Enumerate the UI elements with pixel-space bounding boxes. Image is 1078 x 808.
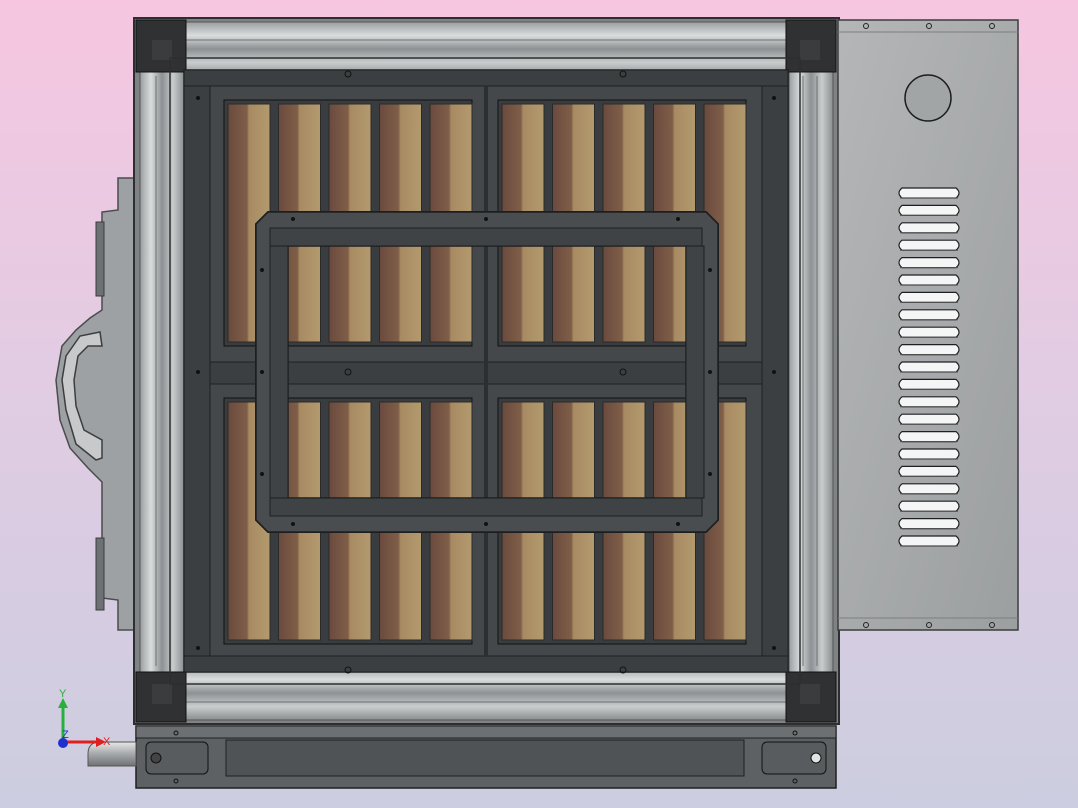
louver-slot	[898, 309, 960, 321]
side-control-panel[interactable]	[837, 19, 1019, 631]
louver-slot	[898, 222, 960, 234]
louver-slot	[898, 518, 960, 530]
louver-slot	[898, 187, 960, 199]
louver-slot	[898, 431, 960, 443]
louver-slot	[898, 413, 960, 425]
louver-slot	[898, 483, 960, 495]
base-rail[interactable]	[135, 725, 837, 789]
y-axis-label: Y	[59, 688, 67, 700]
louver-slot	[898, 396, 960, 408]
louver-slot	[898, 465, 960, 477]
louver-slot	[898, 361, 960, 373]
cad-viewport[interactable]: Y X Z	[0, 0, 1078, 808]
louver-slot	[898, 257, 960, 269]
louver-slot	[898, 535, 960, 547]
orientation-triad[interactable]: Y X Z	[58, 688, 111, 748]
louver-slot	[898, 326, 960, 338]
pipe-stub	[87, 741, 137, 767]
louver-slot	[898, 204, 960, 216]
louver-slot	[898, 291, 960, 303]
vent-louvers	[898, 187, 960, 547]
z-axis-label: Z	[62, 729, 69, 741]
louver-slot	[898, 239, 960, 251]
louver-slot	[898, 378, 960, 390]
louver-slot	[898, 344, 960, 356]
x-axis-label: X	[103, 736, 111, 748]
louver-slot	[898, 274, 960, 286]
cable-port-icon	[904, 74, 952, 122]
louver-slot	[898, 500, 960, 512]
louver-slot	[898, 448, 960, 460]
side-handle-assembly[interactable]	[55, 177, 137, 631]
